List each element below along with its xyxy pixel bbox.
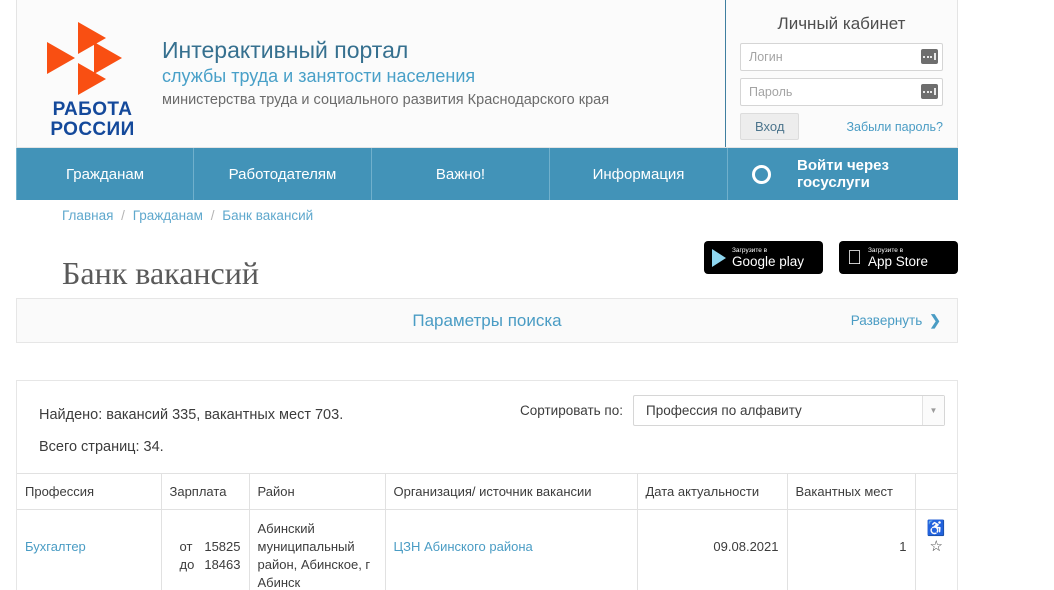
breadcrumb-separator-1: /: [121, 208, 125, 223]
salary-from-value: 15825: [204, 539, 241, 554]
app-store-badge[interactable]:  Загрузите в App Store: [839, 241, 958, 274]
table-header-row: Профессия Зарплата Район Организация/ ис…: [17, 473, 957, 510]
search-parameters-bar[interactable]: Параметры поиска Развернуть ❯: [16, 298, 958, 343]
site-logo[interactable]: РАБОТА РОССИИ: [35, 18, 150, 140]
search-parameters-expand-button[interactable]: Развернуть ❯: [851, 312, 941, 329]
expand-label: Развернуть: [850, 313, 923, 328]
star-icon[interactable]: ☆: [924, 538, 950, 556]
rabota-rossii-logo-icon: [46, 22, 139, 96]
nav-item-employers[interactable]: Работодателям: [194, 148, 372, 200]
results-panel: Найдено: вакансий 335, вакантных мест 70…: [16, 380, 958, 590]
portal-titles: Интерактивный портал службы труда и заня…: [150, 18, 609, 111]
sort-control: Сортировать по: Профессия по алфавиту ▼: [520, 395, 945, 426]
gosuslugi-label: Войти через госуслуги: [797, 157, 889, 191]
login-actions: Вход Забыли пароль?: [740, 113, 943, 140]
portal-title-ministry: министерства труда и социального развити…: [162, 92, 610, 108]
salary-from-label: от: [179, 539, 193, 554]
portal-title-sub: службы труда и занятости населения: [162, 66, 476, 86]
cell-slots: 1: [787, 509, 916, 590]
nav-item-information[interactable]: Информация: [550, 148, 728, 200]
breadcrumb-item-citizens[interactable]: Гражданам: [133, 208, 203, 223]
profession-link[interactable]: Бухгалтер: [25, 539, 86, 554]
gosuslugi-login-button[interactable]: Войти через госуслуги: [728, 148, 958, 200]
column-header-actions: [915, 473, 957, 510]
virtual-keyboard-icon-password[interactable]: [921, 84, 938, 99]
forgot-password-link[interactable]: Забыли пароль?: [846, 120, 943, 134]
sort-label: Сортировать по:: [520, 403, 623, 418]
wheelchair-icon[interactable]: ♿: [924, 520, 950, 538]
logo-triangle-left: [46, 42, 75, 74]
apple-icon: : [847, 248, 862, 268]
nav-item-citizens[interactable]: Гражданам: [16, 148, 194, 200]
column-header-district[interactable]: Район: [249, 473, 386, 510]
results-header: Найдено: вакансий 335, вакантных мест 70…: [17, 381, 957, 473]
google-play-icon: [712, 248, 726, 267]
cell-date: 09.08.2021: [637, 509, 788, 590]
brand-block: РАБОТА РОССИИ Интерактивный портал служб…: [17, 0, 725, 147]
cell-organization: ЦЗН Абинского района: [385, 509, 638, 590]
cell-profession: Бухгалтер: [17, 509, 162, 590]
site-header: РАБОТА РОССИИ Интерактивный портал служб…: [16, 0, 958, 148]
cell-district: Абинский муниципальный район, Абинское, …: [249, 509, 386, 590]
breadcrumb-item-vacancy-bank[interactable]: Банк вакансий: [222, 208, 313, 223]
sort-select[interactable]: Профессия по алфавиту ▼: [633, 395, 945, 426]
password-input[interactable]: [741, 79, 942, 105]
app-store-badges: Загрузите в Google play  Загрузите в Ap…: [704, 241, 958, 274]
table-header: Профессия Зарплата Район Организация/ ис…: [17, 473, 957, 510]
column-header-organization[interactable]: Организация/ источник вакансии: [385, 473, 638, 510]
login-field-wrapper: [740, 43, 943, 71]
chevron-down-icon[interactable]: ▼: [922, 396, 944, 425]
virtual-keyboard-icon-login[interactable]: [921, 49, 938, 64]
breadcrumb: Главная / Гражданам / Банк вакансий: [62, 208, 313, 223]
gosuslugi-ring-icon: [752, 164, 771, 184]
page-title: Банк вакансий: [62, 255, 259, 292]
google-play-main: Google play: [732, 253, 805, 269]
organization-link[interactable]: ЦЗН Абинского района: [394, 539, 533, 554]
search-parameters-title: Параметры поиска: [412, 310, 562, 330]
column-header-salary[interactable]: Зарплата: [161, 473, 250, 510]
login-input[interactable]: [741, 44, 942, 70]
google-play-badge[interactable]: Загрузите в Google play: [704, 241, 823, 274]
vacancies-table: Профессия Зарплата Район Организация/ ис…: [17, 473, 957, 590]
logo-triangle-bottom: [77, 63, 106, 95]
salary-to-value: 18463: [204, 557, 241, 572]
table-row: Бухгалтер от 15825 до 18463 Абинский мун…: [17, 509, 957, 590]
login-panel: Личный кабинет Вход Забыли пароль?: [725, 0, 957, 147]
app-store-main: App Store: [853, 253, 928, 269]
sort-selected-value: Профессия по алфавиту: [646, 403, 802, 418]
table-body: Бухгалтер от 15825 до 18463 Абинский мун…: [17, 509, 957, 590]
main-navigation: Гражданам Работодателям Важно! Информаци…: [16, 148, 958, 200]
portal-title-main: Интерактивный портал: [162, 37, 409, 63]
login-submit-button[interactable]: Вход: [740, 113, 800, 140]
column-header-slots[interactable]: Вакантных мест: [787, 473, 916, 510]
breadcrumb-separator-2: /: [210, 208, 215, 223]
logo-text-line1: РАБОТА: [52, 99, 133, 120]
salary-to-label: до: [179, 557, 195, 572]
logo-text-line2: РОССИИ: [50, 119, 135, 140]
breadcrumb-item-home[interactable]: Главная: [62, 208, 113, 223]
cell-salary: от 15825 до 18463: [161, 509, 250, 590]
column-header-date[interactable]: Дата актуальности: [637, 473, 788, 510]
page-root: РАБОТА РОССИИ Интерактивный портал служб…: [0, 0, 1054, 590]
login-panel-title: Личный кабинет: [777, 14, 906, 33]
chevron-right-icon: ❯: [929, 312, 941, 328]
password-field-wrapper: [740, 78, 943, 106]
column-header-profession[interactable]: Профессия: [17, 473, 162, 510]
results-pages-count: Всего страниц: 34.: [39, 439, 164, 455]
nav-item-important[interactable]: Важно!: [372, 148, 550, 200]
cell-actions: ♿ ☆: [915, 510, 957, 590]
